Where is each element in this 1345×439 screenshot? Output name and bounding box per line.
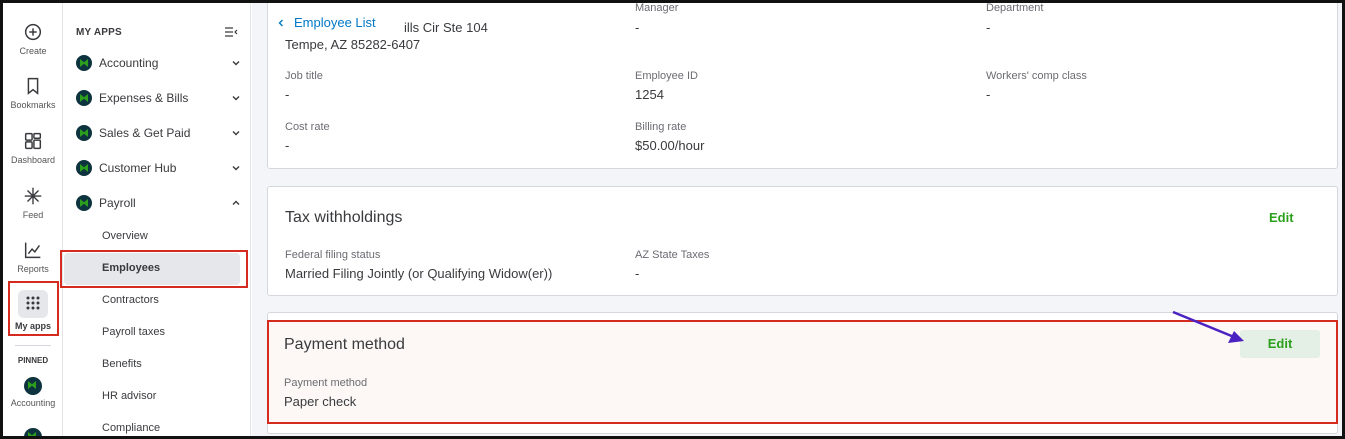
tax-withholdings-card: Tax withholdings Edit Federal filing sta… [267, 186, 1338, 296]
job-title-label: Job title [285, 70, 323, 82]
job-title-value: - [285, 87, 290, 102]
employee-id-label: Employee ID [635, 70, 698, 82]
rail-label: Create [19, 46, 47, 56]
federal-filing-status-value: Married Filing Jointly (or Qualifying Wi… [285, 266, 553, 281]
federal-filing-status-label: Federal filing status [285, 249, 381, 261]
rail-label: Dashboard [10, 155, 56, 165]
employee-list-back-link[interactable]: Employee List [272, 15, 380, 30]
annotation-highlight-payment-method: Payment method Edit Payment method Paper… [267, 320, 1338, 424]
cost-rate-value: - [285, 138, 290, 153]
payment-method-title: Payment method [284, 336, 405, 353]
rail-pinned-accounting[interactable]: Accounting [3, 377, 63, 408]
tax-withholdings-edit-button[interactable]: Edit [1269, 210, 1294, 225]
bookmark-icon [27, 77, 39, 95]
address-line-2: Tempe, AZ 85282-6407 [285, 37, 421, 52]
rail-label: Accounting [10, 398, 56, 408]
annotation-highlight-my-apps [8, 281, 59, 336]
payment-method-value: Paper check [284, 394, 357, 409]
department-label: Department [986, 3, 1044, 14]
rail-divider [15, 345, 51, 346]
accounting-logo-icon [24, 377, 42, 395]
payroll-item-hr-advisor[interactable]: HR advisor [102, 390, 156, 402]
rail-dashboard[interactable]: Dashboard [3, 130, 63, 165]
pinned-heading: PINNED [17, 356, 49, 365]
tax-withholdings-title: Tax withholdings [285, 209, 403, 226]
screenshot-frame: Create Bookmarks Dashboard Feed Reports … [0, 0, 1345, 439]
cost-rate-label: Cost rate [285, 121, 330, 133]
rail-feed[interactable]: Feed [3, 185, 63, 220]
billing-rate-label: Billing rate [635, 121, 687, 133]
back-link-label: Employee List [294, 15, 376, 30]
az-state-taxes-label: AZ State Taxes [635, 249, 710, 261]
rail-pinned-next[interactable] [3, 428, 63, 436]
employment-details-card: Manager Department ills Cir Ste 104 Temp… [267, 3, 1338, 169]
workers-comp-label: Workers' comp class [986, 70, 1087, 82]
rail-bookmarks[interactable]: Bookmarks [3, 75, 63, 110]
rail-reports[interactable]: Reports [3, 239, 63, 274]
chevron-left-icon [278, 19, 283, 26]
az-state-taxes-value: - [635, 266, 640, 281]
workers-comp-value: - [986, 87, 991, 102]
rail-label: Reports [17, 264, 49, 274]
payroll-item-benefits[interactable]: Benefits [102, 358, 142, 370]
payroll-item-compliance[interactable]: Compliance [102, 422, 160, 434]
manager-label: Manager [635, 3, 679, 14]
payroll-item-payroll-taxes[interactable]: Payroll taxes [102, 326, 165, 338]
feed-icon [24, 187, 42, 205]
global-nav-rail: Create Bookmarks Dashboard Feed Reports … [3, 3, 63, 436]
payment-method-label: Payment method [284, 377, 368, 389]
manager-value: - [635, 20, 640, 35]
department-value: - [986, 20, 991, 35]
annotation-highlight-employees [60, 250, 248, 288]
chart-icon [24, 242, 41, 259]
billing-rate-value: $50.00/hour [635, 138, 705, 153]
main-content: Employee List Manager Department ills Ci… [252, 3, 1342, 436]
dashboard-icon [24, 132, 42, 150]
app-logo-icon [24, 428, 42, 436]
address-line-1: ills Cir Ste 104 [404, 20, 488, 35]
payroll-item-contractors[interactable]: Contractors [102, 294, 159, 306]
payment-method-edit-button[interactable]: Edit [1240, 330, 1320, 358]
rail-create[interactable]: Create [3, 21, 63, 56]
plus-circle-icon [24, 23, 42, 41]
employee-id-value: 1254 [635, 87, 664, 102]
rail-label: Bookmarks [10, 100, 56, 110]
rail-label: Feed [22, 210, 44, 220]
payroll-item-overview[interactable]: Overview [102, 230, 148, 242]
